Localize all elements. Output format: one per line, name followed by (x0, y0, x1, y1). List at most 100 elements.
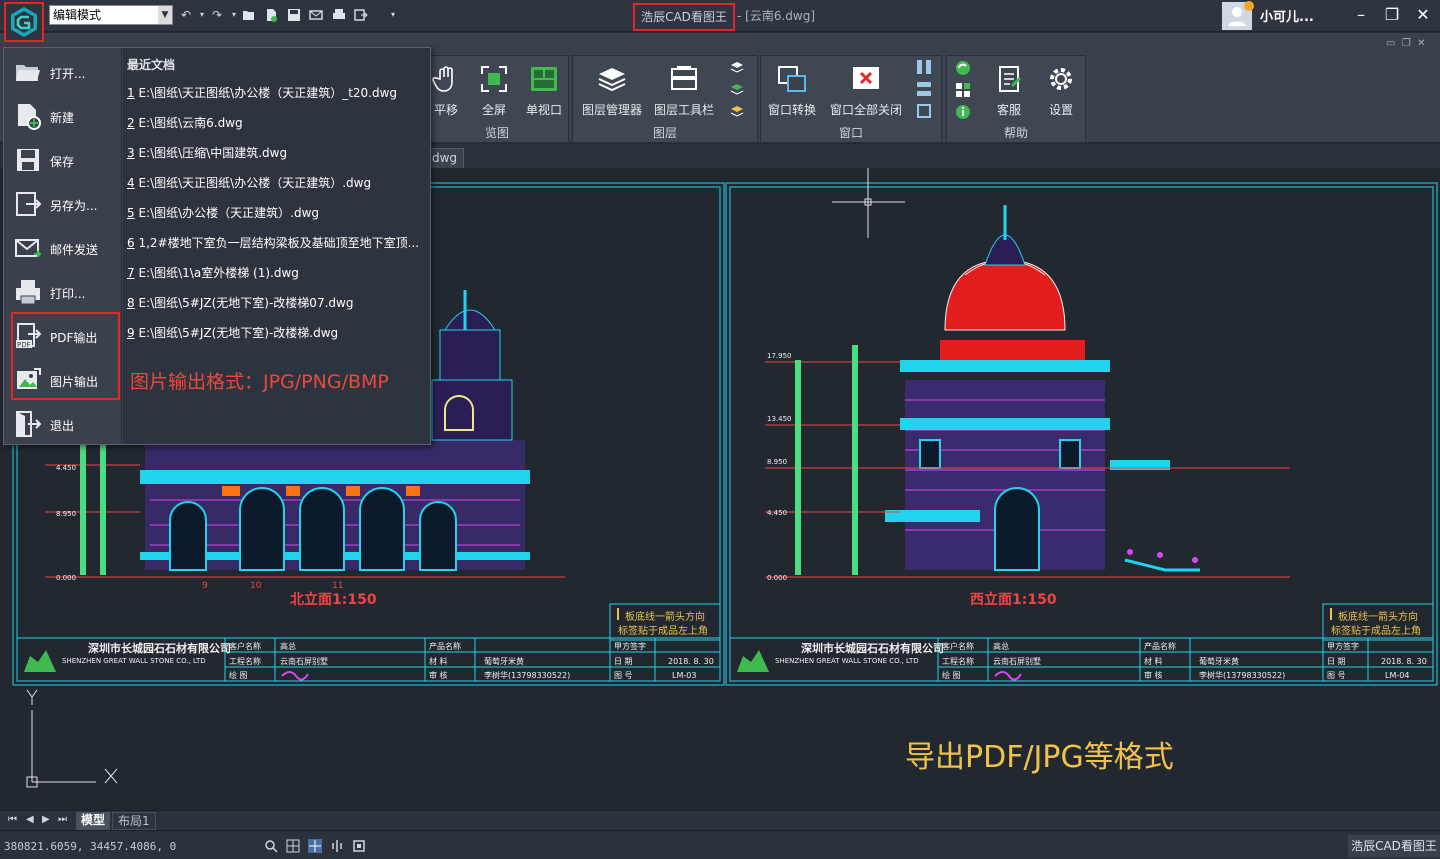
maximize-button[interactable]: ❐ (1382, 5, 1402, 25)
open-folder-icon[interactable] (242, 8, 256, 22)
svg-text:审 核: 审 核 (429, 670, 448, 680)
ribbon-minimize-icon[interactable]: ▭ (1386, 38, 1395, 49)
zoom-icon[interactable] (264, 839, 278, 853)
customer-service-button[interactable]: 客服 (987, 64, 1031, 118)
save-icon[interactable] (287, 8, 301, 22)
layer-isolate-icon[interactable] (729, 82, 745, 98)
apps-grid-icon[interactable] (955, 82, 971, 98)
print-icon[interactable] (332, 8, 346, 22)
svg-text:工程名称: 工程名称 (229, 656, 261, 666)
last-layout-icon[interactable]: ⏭ (58, 814, 67, 825)
ortho-icon[interactable] (330, 839, 344, 853)
prev-layout-icon[interactable]: ◀ (26, 814, 34, 825)
tab-model[interactable]: 模型 (76, 812, 111, 830)
app-title: 浩辰CAD看图王 (633, 3, 735, 31)
svg-text:绘 图: 绘 图 (942, 670, 961, 680)
snap-icon[interactable] (308, 839, 322, 853)
close-button[interactable]: ✕ (1413, 5, 1433, 25)
ribbon-group-help-label: 帮助 (1003, 126, 1028, 140)
cascade-icon[interactable] (917, 104, 931, 118)
recent-item[interactable]: 8 E:\图纸\5#JZ(无地下室)-改楼梯07.dwg (127, 294, 425, 311)
close-all-windows-button[interactable]: 窗口全部关闭 (827, 64, 905, 118)
menu-mail[interactable]: 邮件发送 (12, 228, 118, 268)
svg-text:甲方签字: 甲方签字 (614, 641, 646, 651)
menu-save[interactable]: 保存 (12, 140, 118, 180)
svg-text:审 核: 审 核 (1144, 670, 1163, 680)
recent-item[interactable]: 7 E:\图纸\1\a室外楼梯 (1).dwg (127, 264, 425, 281)
layer-state-icon[interactable] (729, 60, 745, 76)
menu-new[interactable]: 新建 (12, 96, 118, 136)
pan-label: 平移 (433, 103, 458, 117)
ucs-axis-icon (26, 689, 118, 788)
recent-item[interactable]: 6 1,2#楼地下室负一层结构梁板及基础顶至地下室顶... (127, 234, 425, 251)
info-icon[interactable] (955, 104, 971, 120)
close-all-windows-label: 窗口全部关闭 (829, 103, 902, 117)
recent-item[interactable]: 3 E:\图纸\压缩\中国建筑.dwg (127, 144, 425, 161)
fullscreen-button[interactable]: 全屏 (474, 64, 514, 118)
tile-horizontal-icon[interactable] (917, 82, 931, 96)
svg-text:甲方签字: 甲方签字 (1327, 641, 1359, 651)
west-elevation-drawing: 17.950 13.450 8.950 4.450 0.000 西立面1:150 (765, 205, 1290, 608)
svg-text:标签贴于成品左上角: 标签贴于成品左上角 (618, 624, 708, 637)
image-format-note: 图片输出格式：JPG/PNG/BMP (130, 371, 389, 393)
recent-item-number: 6 (127, 236, 135, 250)
crosshair-cursor (832, 168, 905, 238)
layer-restore-icon[interactable] (729, 104, 745, 120)
undo-dropdown-icon[interactable]: ▾ (195, 8, 209, 22)
mode-select[interactable]: 编辑模式 ▼ (49, 5, 173, 25)
mail-icon[interactable] (309, 8, 323, 22)
settings-button[interactable]: 设置 (1039, 64, 1083, 118)
fit-view-icon[interactable] (352, 839, 366, 853)
grid-icon[interactable] (286, 839, 300, 853)
elev-label: 8.950 (56, 510, 76, 518)
export-icon[interactable] (354, 8, 368, 22)
redo-icon[interactable]: ↷ (210, 8, 224, 22)
redo-dropdown-icon[interactable]: ▾ (227, 8, 241, 22)
title-block-left: 深圳市长城园石石材有限公司 SHENZHEN GREAT WALL STONE … (16, 637, 721, 682)
recent-item-path: E:\图纸\云南6.dwg (134, 116, 243, 130)
window-switch-button[interactable]: 窗口转换 (763, 64, 821, 118)
ribbon-close-icon[interactable]: ✕ (1417, 38, 1425, 49)
export-highlight-box (11, 312, 120, 400)
recent-item[interactable]: 4 E:\图纸\天正图纸\办公楼（天正建筑）.dwg (127, 174, 425, 191)
username[interactable]: 小可儿... (1260, 6, 1314, 25)
north-elevation-title: 北立面1:150 (290, 591, 377, 608)
minimize-button[interactable]: – (1351, 5, 1371, 25)
menu-save-as[interactable]: 另存为... (12, 184, 118, 224)
new-doc-icon[interactable] (264, 8, 278, 22)
recent-item-number: 5 (127, 206, 135, 220)
layer-toolbar-button[interactable]: 图层工具栏 (651, 64, 717, 118)
ribbon-restore-icon[interactable]: ❐ (1402, 38, 1411, 49)
tab-layout1[interactable]: 布局1 (112, 812, 156, 830)
app-logo-icon (11, 7, 37, 37)
menu-print[interactable]: 打印... (12, 272, 118, 312)
customize-dropdown-icon[interactable]: ▾ (386, 8, 400, 22)
pan-button[interactable]: 平移 (426, 64, 466, 118)
app-menu-commands: 打开... 新建 保存 另存为... 邮件发送 打印... PDF PDF输出 (4, 48, 122, 444)
layer-manager-button[interactable]: 图层管理器 (577, 64, 647, 118)
hand-icon (432, 66, 453, 92)
tile-vertical-icon[interactable] (917, 60, 931, 74)
recent-item-number: 2 (127, 116, 135, 130)
svg-text:SHENZHEN GREAT WALL STONE CO.,: SHENZHEN GREAT WALL STONE CO., LTD (775, 657, 919, 665)
next-layout-icon[interactable]: ▶ (42, 814, 50, 825)
menu-open[interactable]: 打开... (12, 52, 118, 92)
recent-item[interactable]: 1 E:\图纸\天正图纸\办公楼（天正建筑）_t20.dwg (127, 84, 425, 101)
svg-text:高总: 高总 (993, 641, 1009, 651)
svg-text:2018. 8. 30: 2018. 8. 30 (668, 657, 714, 666)
recent-item[interactable]: 2 E:\图纸\云南6.dwg (127, 114, 425, 131)
undo-icon[interactable]: ↶ (179, 8, 193, 22)
menu-print-label: 打印... (50, 287, 86, 301)
recent-item-number: 8 (127, 296, 135, 310)
ribbon-group-layer: 图层管理器 图层工具栏 图层 (572, 55, 758, 143)
menu-exit[interactable]: 退出 (12, 404, 118, 444)
recent-item[interactable]: 9 E:\图纸\5#JZ(无地下室)-改楼梯.dwg (127, 324, 425, 341)
update-icon[interactable] (955, 60, 971, 76)
app-menu-button[interactable] (4, 2, 44, 42)
recent-item[interactable]: 5 E:\图纸\办公楼（天正建筑）.dwg (127, 204, 425, 221)
first-layout-icon[interactable]: ⏮ (8, 814, 17, 825)
single-viewport-button[interactable]: 单视口 (520, 64, 568, 118)
coordinate-readout: 380821.6059, 34457.4086, 0 (4, 840, 177, 853)
recent-item-number: 4 (127, 176, 135, 190)
layer-manager-label: 图层管理器 (581, 103, 642, 117)
